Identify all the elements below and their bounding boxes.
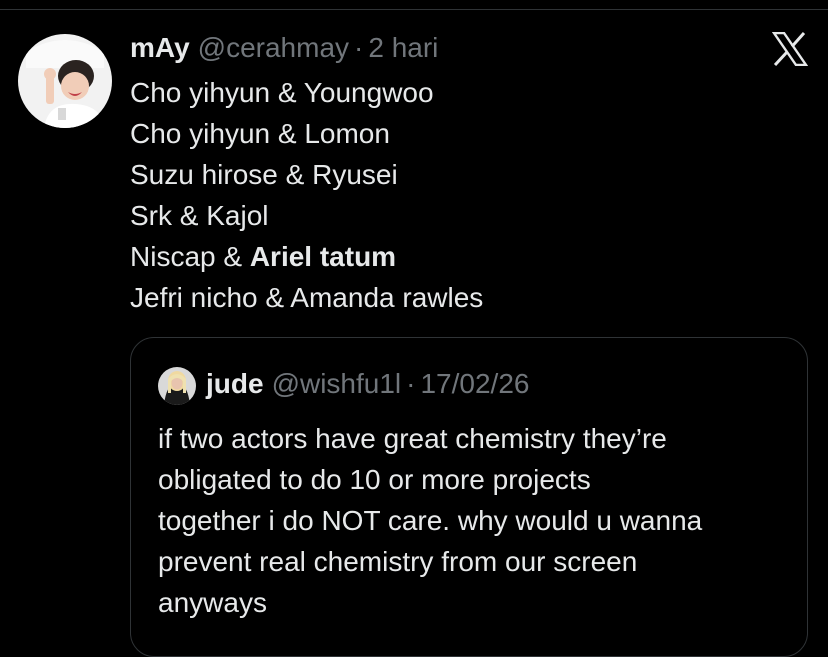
tweet-timestamp[interactable]: 2 hari xyxy=(368,32,438,64)
quoted-tweet-header: jude @wishfu1l · 17/02/26 xyxy=(206,366,529,402)
tweet-line: Jefri nicho & Amanda rawles xyxy=(130,277,483,318)
quoted-tweet-text: if two actors have great chemistry they’… xyxy=(158,418,798,623)
header-separator: · xyxy=(354,32,364,63)
tweet-line-bold-text: Ariel tatum xyxy=(249,241,397,272)
tweet-line: Suzu hirose & Ryusei xyxy=(130,154,483,195)
quoted-author-handle[interactable]: @wishfu1l xyxy=(272,368,402,400)
quoted-tweet-date[interactable]: 17/02/26 xyxy=(420,368,529,400)
author-handle[interactable]: @cerahmay xyxy=(198,32,349,64)
tweet-line: Cho yihyun & Youngwoo xyxy=(130,72,483,113)
tweet-line: Cho yihyun & Lomon xyxy=(130,113,483,154)
tweet-line-text: Srk & Kajol xyxy=(130,200,269,231)
tweet-line-text: Suzu hirose & Ryusei xyxy=(130,159,398,190)
tweet-line-text: Niscap & xyxy=(130,241,250,272)
top-divider xyxy=(0,9,828,10)
tweet-text: Cho yihyun & Youngwoo Cho yihyun & Lomon… xyxy=(130,72,483,318)
x-logo-icon[interactable] xyxy=(771,31,809,67)
tweet-line-text: Cho yihyun & Lomon xyxy=(130,118,390,149)
tweet-header: mAy @cerahmay · 2 hari xyxy=(130,30,438,66)
quoted-tweet-line: anyways xyxy=(158,587,267,618)
quoted-tweet-line: if two actors have great chemistry they’… xyxy=(158,423,667,454)
quoted-tweet-line: prevent real chemistry from our screen xyxy=(158,546,638,577)
tweet-line: Srk & Kajol xyxy=(130,195,483,236)
quoted-author-display-name[interactable]: jude xyxy=(206,368,264,400)
quoted-tweet-card[interactable]: jude @wishfu1l · 17/02/26 if two actors … xyxy=(130,337,808,657)
quoted-author-avatar[interactable] xyxy=(158,367,196,405)
quoted-header-separator: · xyxy=(406,368,416,399)
author-avatar[interactable] xyxy=(18,34,112,128)
quoted-tweet-line: obligated to do 10 or more projects xyxy=(158,464,591,495)
tweet-line-text: Cho yihyun & Youngwoo xyxy=(130,77,434,108)
tweet-line: Niscap & Ariel tatum xyxy=(130,236,483,277)
author-display-name[interactable]: mAy xyxy=(130,32,190,64)
tweet-line-text: Jefri nicho & Amanda rawles xyxy=(130,282,484,313)
quoted-tweet-line: together i do NOT care. why would u wann… xyxy=(158,505,703,536)
